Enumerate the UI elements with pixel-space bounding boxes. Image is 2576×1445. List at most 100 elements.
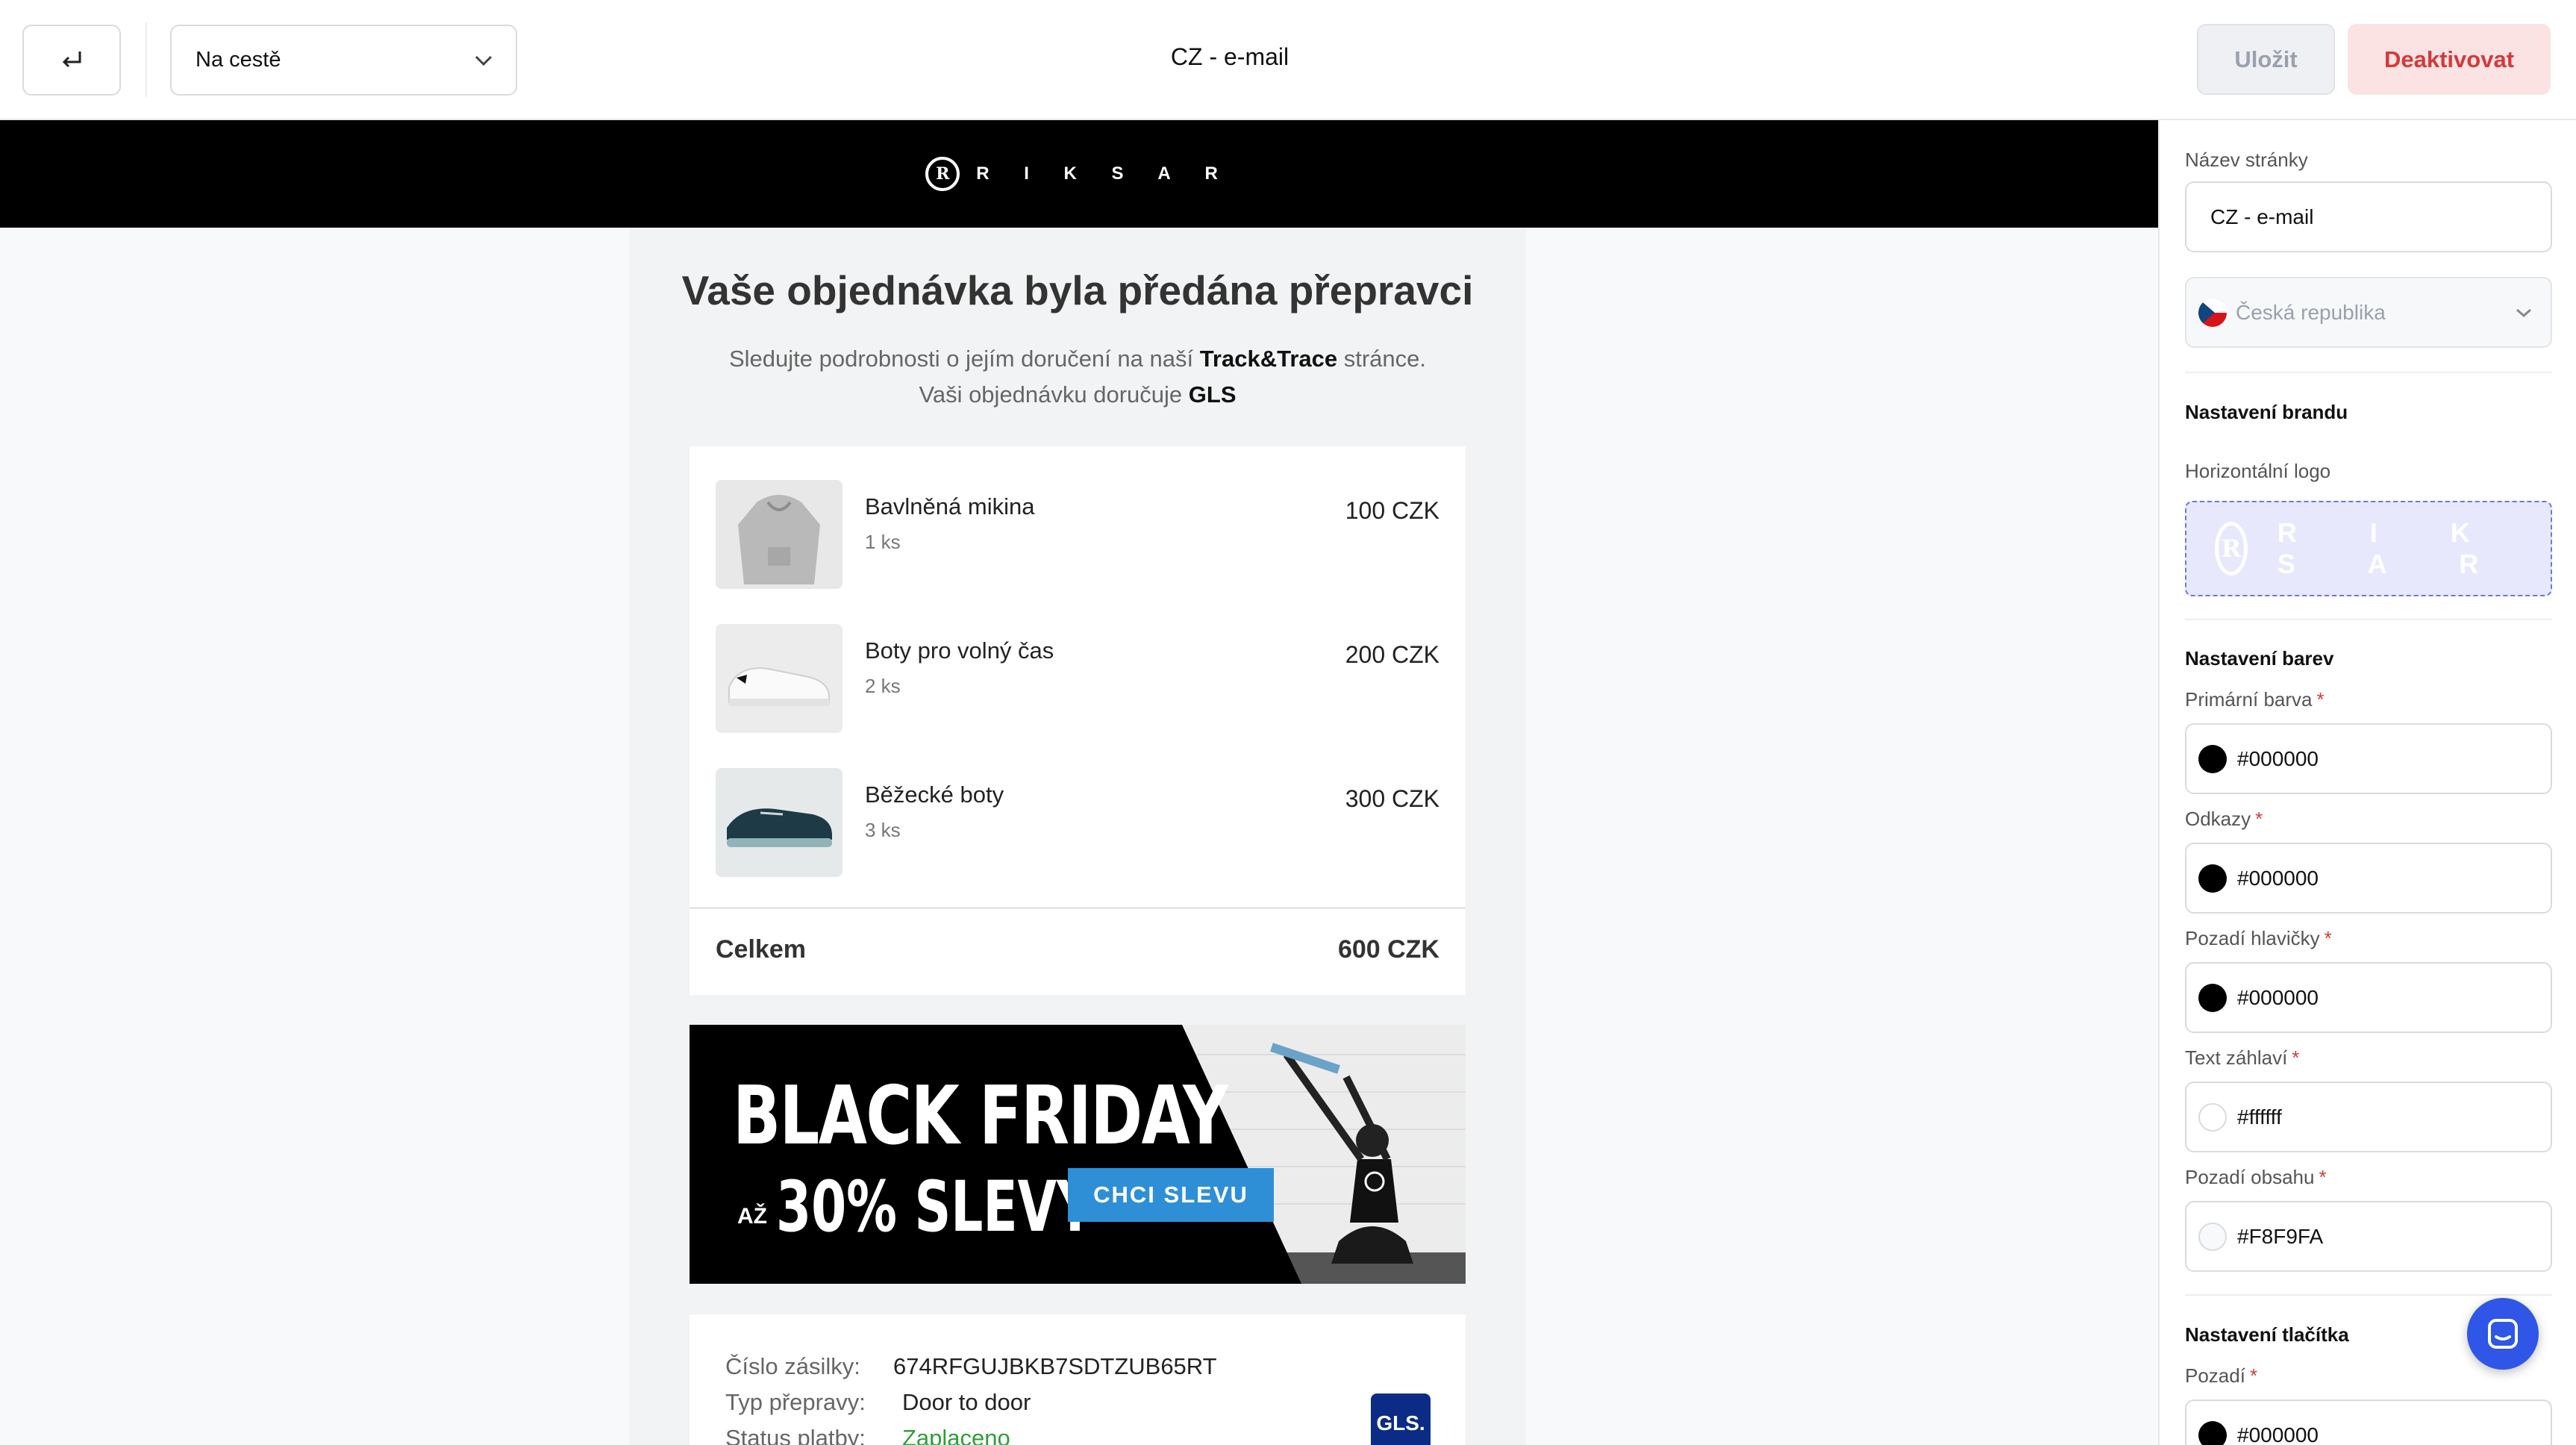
email-heading: Vaše objednávka byla předána přepravci — [681, 267, 1474, 313]
item-qty: 2 ks — [865, 675, 901, 697]
required-mark: * — [2324, 927, 2332, 949]
section-divider — [2185, 1294, 2552, 1296]
save-button[interactable]: Uložit — [2197, 24, 2335, 95]
page-name-input[interactable]: CZ - e-mail — [2185, 181, 2552, 252]
payment-status-label: Status platby: — [725, 1425, 866, 1445]
color-value: #ffffff — [2237, 1105, 2282, 1129]
payment-status-value: Zaplaceno — [902, 1425, 1010, 1445]
order-item: Bavlněná mikina 1 ks 100 CZK — [716, 480, 1439, 589]
color-input-header-bg[interactable]: #000000 — [2185, 962, 2552, 1033]
color-input-primary[interactable]: #000000 — [2185, 723, 2552, 794]
color-label-links: Odkazy * — [2185, 808, 2263, 831]
shipping-type-label: Typ přepravy: — [725, 1389, 866, 1415]
color-swatch[interactable] — [2198, 1420, 2227, 1445]
email-body: Vaše objednávka byla předána přepravci S… — [629, 228, 1526, 1445]
order-divider — [690, 907, 1466, 909]
brand-logo: R R I K S A R — [925, 157, 1233, 191]
subtitle-text: Vaši objednávku doručuje — [919, 381, 1189, 408]
deactivate-button[interactable]: Deaktivovat — [2348, 24, 2551, 95]
promo-banner[interactable]: BLACK FRIDAY AŽ 30% SLEVY CHCI SLEVU — [690, 1025, 1466, 1284]
track-trace-link[interactable]: Track&Trace — [1200, 346, 1337, 372]
banner-prefix: AŽ — [737, 1204, 767, 1229]
country-select[interactable]: Česká republika — [2185, 277, 2552, 348]
section-divider — [2185, 372, 2552, 373]
brand-section-title: Nastavení brandu — [2185, 401, 2348, 423]
item-qty: 1 ks — [865, 531, 901, 553]
shipment-info: Číslo zásilky: 674RFGUJBKB7SDTZUB65RT Ty… — [690, 1314, 1466, 1445]
subtitle-text: Sledujte podrobnosti o jejím doručení na… — [728, 346, 1200, 372]
color-value: #000000 — [2237, 985, 2319, 1009]
color-label-header-text: Text záhlaví * — [2185, 1046, 2299, 1070]
order-summary: Bavlněná mikina 1 ks 100 CZK Boty pro vo… — [690, 446, 1466, 995]
product-image-running-shoes — [716, 768, 842, 877]
chevron-down-icon — [2516, 308, 2531, 317]
color-swatch[interactable] — [2198, 864, 2227, 893]
section-divider — [2185, 619, 2552, 620]
label-text: Primární barva — [2185, 688, 2313, 711]
color-value: #000000 — [2237, 1423, 2319, 1445]
label-text: Pozadí obsahu — [2185, 1166, 2315, 1188]
tracking-label: Číslo zásilky: — [725, 1353, 860, 1379]
item-price: 300 CZK — [1345, 785, 1439, 812]
carrier-name: GLS — [1188, 381, 1237, 408]
color-swatch[interactable] — [2198, 1102, 2227, 1132]
button-section-title: Nastavení tlačítka — [2185, 1323, 2349, 1346]
color-value: #F8F9FA — [2237, 1224, 2324, 1248]
color-value: #000000 — [2237, 746, 2319, 770]
product-image-hoodie — [716, 480, 842, 589]
brand-mark-icon: R — [2215, 522, 2248, 575]
item-price: 100 CZK — [1345, 497, 1439, 524]
czech-flag-icon — [2198, 298, 2227, 327]
color-label-content-bg: Pozadí obsahu * — [2185, 1166, 2327, 1189]
brand-wordmark: R I K S A R — [976, 163, 1233, 184]
top-bar: Na cestě CZ - e-mail Uložit Deaktivovat — [0, 0, 2576, 120]
item-name: Běžecké boty — [865, 781, 1004, 808]
payment-status-row: Status platby: Zaplaceno — [725, 1425, 1010, 1445]
required-mark: * — [2255, 808, 2263, 830]
button-bg-input[interactable]: #000000 — [2185, 1399, 2552, 1445]
email-header: R R I K S A R — [0, 120, 2158, 228]
label-text: Pozadí hlavičky — [2185, 927, 2320, 949]
shipping-type-row: Typ přepravy: Door to door — [725, 1389, 1031, 1416]
required-mark: * — [2316, 688, 2325, 711]
brand-mark-icon: R — [925, 157, 960, 191]
logo-wordmark: R I K S A R — [2277, 517, 2512, 579]
color-input-header-text[interactable]: #ffffff — [2185, 1082, 2552, 1152]
subtitle-text: stránce. — [1337, 346, 1427, 372]
item-name: Bavlněná mikina — [865, 493, 1035, 519]
color-swatch[interactable] — [2198, 1222, 2227, 1251]
email-preview: R R I K S A R Vaše objednávka byla předá… — [0, 120, 2158, 1445]
item-price: 200 CZK — [1345, 641, 1439, 668]
total-label: Celkem — [716, 935, 806, 964]
shipping-type-value: Door to door — [902, 1389, 1031, 1415]
required-mark: * — [2249, 1364, 2258, 1387]
item-qty: 3 ks — [865, 819, 901, 841]
chat-launcher-button[interactable] — [2467, 1298, 2539, 1370]
logo-label: Horizontální logo — [2185, 460, 2331, 482]
colors-section-title: Nastavení barev — [2185, 647, 2334, 670]
tracking-row: Číslo zásilky: 674RFGUJBKB7SDTZUB65RT — [725, 1353, 1217, 1380]
banner-discount: 30% SLEVY — [776, 1167, 1094, 1248]
label-text: Pozadí — [2185, 1364, 2245, 1387]
chat-icon — [2488, 1319, 2518, 1349]
color-input-content-bg[interactable]: #F8F9FA — [2185, 1201, 2552, 1272]
color-swatch[interactable] — [2198, 983, 2227, 1012]
page-name-label: Název stránky — [2185, 149, 2308, 171]
product-image-sneakers — [716, 624, 842, 733]
color-value: #000000 — [2237, 866, 2319, 890]
page-title: CZ - e-mail — [1170, 43, 1289, 70]
order-item: Boty pro volný čas 2 ks 200 CZK — [716, 624, 1439, 733]
color-swatch[interactable] — [2198, 744, 2227, 773]
color-input-links[interactable]: #000000 — [2185, 843, 2552, 914]
button-bg-label: Pozadí * — [2185, 1364, 2257, 1388]
country-select-value: Česká republika — [2236, 300, 2386, 324]
gls-logo: GLS. — [1371, 1393, 1431, 1445]
banner-cta-button[interactable]: CHCI SLEVU — [1068, 1168, 1274, 1222]
required-mark: * — [2292, 1046, 2300, 1069]
logo-upload[interactable]: R R I K S A R — [2185, 501, 2552, 596]
required-mark: * — [2319, 1166, 2327, 1188]
label-text: Text záhlaví — [2185, 1046, 2288, 1069]
tracking-number: 674RFGUJBKB7SDTZUB65RT — [893, 1353, 1217, 1379]
email-subtitle: Sledujte podrobnosti o jejím doručení na… — [629, 341, 1526, 413]
color-label-primary: Primární barva * — [2185, 688, 2325, 711]
